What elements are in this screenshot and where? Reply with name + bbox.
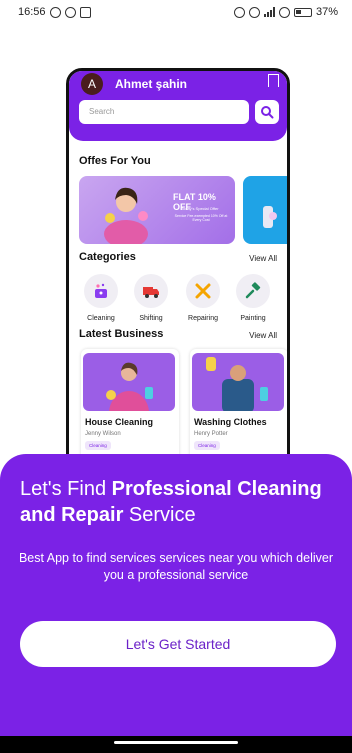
business-title: Washing Clothes bbox=[194, 417, 267, 427]
category-label: Shifting bbox=[139, 315, 163, 322]
phone-mockup: A Ahmet şahin Search Offes For You FLAT … bbox=[66, 68, 290, 488]
offer-card-next[interactable] bbox=[243, 176, 287, 244]
alarm-icon bbox=[248, 6, 260, 18]
status-left: 16:56 bbox=[18, 6, 91, 18]
repairing-circle bbox=[186, 274, 220, 308]
get-started-button[interactable]: Let's Get Started bbox=[20, 621, 336, 667]
category-label: Cleaning bbox=[87, 315, 115, 322]
wrench-screwdriver-icon bbox=[195, 283, 211, 299]
offer-person-image bbox=[104, 187, 148, 244]
search-icon bbox=[261, 106, 274, 119]
system-nav-bar bbox=[0, 736, 352, 753]
business-tag: Cleaning bbox=[85, 441, 111, 450]
washing-clothes-image bbox=[192, 353, 284, 411]
paint-roller-icon bbox=[245, 282, 261, 299]
battery-icon bbox=[293, 7, 312, 17]
business-tag: Cleaning bbox=[194, 441, 220, 450]
category-painting[interactable]: Painting bbox=[233, 274, 273, 322]
status-right: 37% bbox=[233, 6, 338, 18]
cleaning-circle bbox=[84, 274, 118, 308]
category-label: Repairing bbox=[188, 315, 218, 322]
avatar[interactable]: A bbox=[81, 73, 103, 95]
signal-icon bbox=[263, 7, 275, 17]
mail-icon bbox=[79, 6, 91, 18]
panel-title: Let's Find Professional Cleaning and Rep… bbox=[20, 476, 340, 528]
battery-level: 37% bbox=[315, 6, 338, 18]
offer-next-image bbox=[263, 206, 277, 228]
status-time: 16:56 bbox=[18, 6, 46, 18]
screen: 16:56 37% A Ahmet şahin Search Offes For… bbox=[0, 0, 352, 753]
business-title: House Cleaning bbox=[85, 417, 154, 427]
panel-description: Best App to find services services near … bbox=[18, 551, 334, 582]
status-bar: 16:56 37% bbox=[0, 0, 352, 24]
categories-view-all-link[interactable]: View All bbox=[249, 254, 277, 263]
search-input[interactable]: Search bbox=[79, 100, 249, 124]
app-notification-icon bbox=[64, 6, 76, 18]
user-name: Ahmet şahin bbox=[115, 77, 188, 91]
latest-business-title: Latest Business bbox=[79, 328, 164, 340]
search-button[interactable] bbox=[255, 100, 279, 124]
home-indicator[interactable] bbox=[114, 741, 238, 744]
offer-card[interactable]: FLAT 10% OFF Today's Special Offer Servi… bbox=[79, 176, 235, 244]
sparkle-bucket-icon bbox=[95, 283, 107, 298]
category-repairing[interactable]: Repairing bbox=[183, 274, 223, 322]
business-owner: Henry Potter bbox=[194, 431, 228, 437]
categories-title: Categories bbox=[79, 251, 136, 263]
offers-title: Offes For You bbox=[79, 155, 151, 167]
truck-icon bbox=[143, 287, 159, 298]
latest-view-all-link[interactable]: View All bbox=[249, 331, 277, 340]
bookmark-icon[interactable] bbox=[268, 74, 279, 87]
house-cleaning-image bbox=[83, 353, 175, 411]
offer-subtitle: Today's Special Offer bbox=[181, 206, 219, 211]
painting-circle bbox=[236, 274, 270, 308]
offer-description: Service Fee-exempted 10% Off at Every Co… bbox=[174, 214, 228, 222]
app-header: A Ahmet şahin Search bbox=[69, 71, 287, 141]
category-shifting[interactable]: Shifting bbox=[131, 274, 171, 322]
title-part1: Let's Find bbox=[20, 478, 112, 500]
category-label: Painting bbox=[240, 315, 266, 322]
mute-icon bbox=[233, 6, 245, 18]
category-cleaning[interactable]: Cleaning bbox=[81, 274, 121, 322]
shifting-circle bbox=[134, 274, 168, 308]
whatsapp-icon bbox=[49, 6, 61, 18]
onboarding-panel: Let's Find Professional Cleaning and Rep… bbox=[0, 454, 352, 753]
wifi-icon bbox=[278, 6, 290, 18]
business-owner: Jenny Wilson bbox=[85, 431, 121, 437]
title-part2: Service bbox=[123, 504, 196, 526]
